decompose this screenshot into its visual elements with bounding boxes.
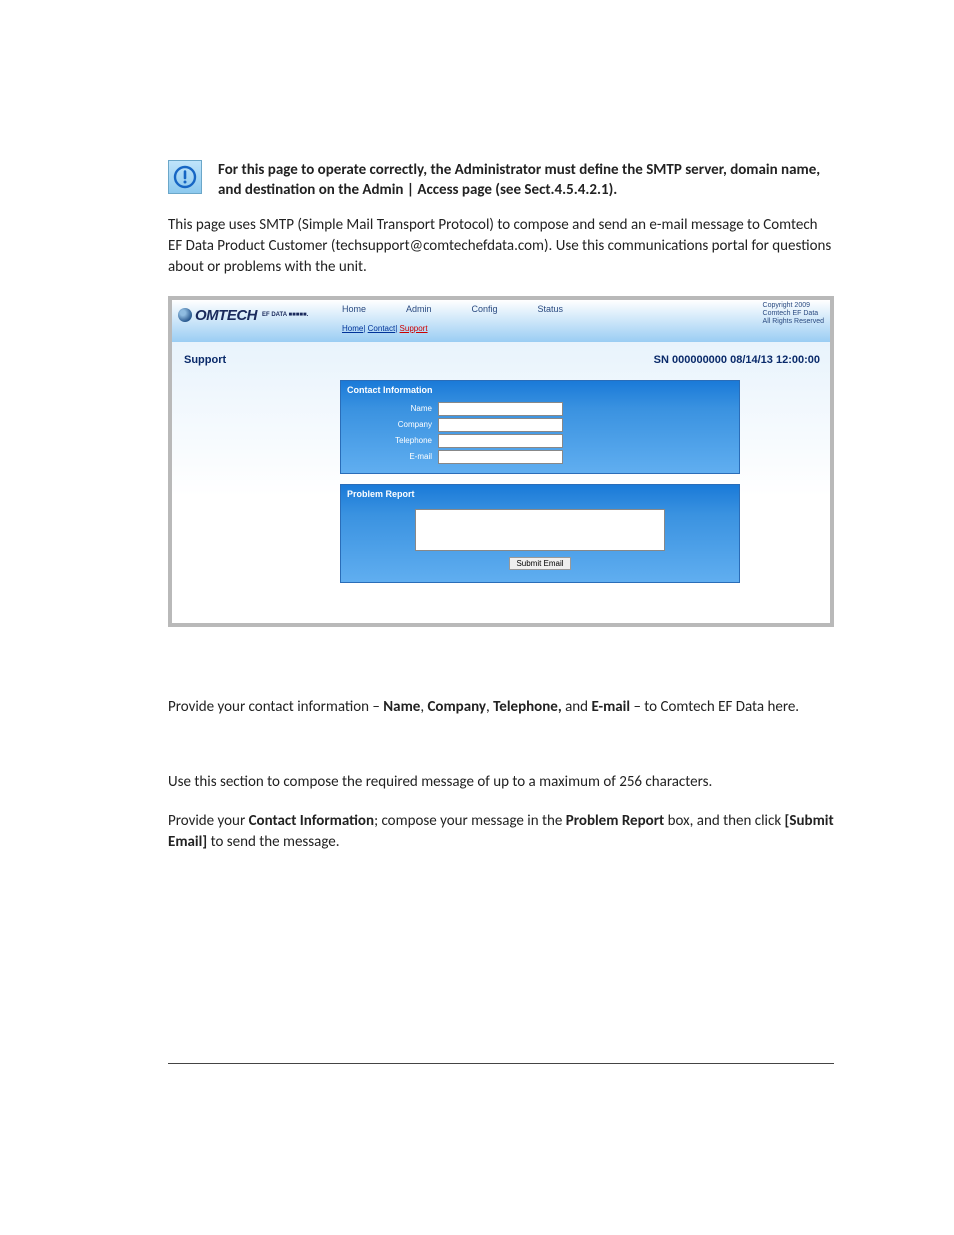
spacer <box>168 736 834 772</box>
top-nav: Home Admin Config Status <box>342 304 563 314</box>
bold-name: Name <box>383 698 420 716</box>
submit-wrap: Submit Email <box>341 557 739 574</box>
footer-rule <box>168 1063 834 1064</box>
logo: OMTECH EF DATA ■■■■■. <box>178 304 308 324</box>
company-field[interactable] <box>438 418 563 432</box>
bold-email: E-mail <box>591 698 630 716</box>
intro-paragraph: This page uses SMTP (Simple Mail Transpo… <box>168 215 834 278</box>
breadcrumb-support[interactable]: Support <box>400 324 428 333</box>
telephone-field[interactable] <box>438 434 563 448</box>
bold-company: Company <box>427 698 486 716</box>
label-email: E-mail <box>347 452 432 461</box>
nav-admin[interactable]: Admin <box>406 304 432 314</box>
copyright-line: Comtech EF Data <box>763 310 824 318</box>
page-title: Support <box>184 354 226 366</box>
submit-email-button[interactable]: Submit Email <box>509 557 570 570</box>
status-text: SN 000000000 08/14/13 12:00:00 <box>654 354 820 366</box>
logo-subtext: EF DATA ■■■■■. <box>262 312 308 318</box>
name-field[interactable] <box>438 402 563 416</box>
label-name: Name <box>347 404 432 413</box>
panel-title: Contact Information <box>341 381 739 401</box>
document-page: For this page to operate correctly, the … <box>0 0 954 1152</box>
breadcrumb: Home| Contact| Support <box>342 324 428 333</box>
text: ; compose your message in the <box>374 812 566 830</box>
copyright-line: All Rights Reserved <box>763 318 824 326</box>
problem-report-panel: Problem Report Submit Email <box>340 484 740 583</box>
label-telephone: Telephone <box>347 436 432 445</box>
panel-title: Problem Report <box>341 485 739 505</box>
text: Provide your <box>168 812 249 830</box>
form-row-name: Name <box>341 401 739 417</box>
title-bar: Support SN 000000000 08/14/13 12:00:00 <box>180 348 822 380</box>
problem-report-textarea[interactable] <box>415 509 665 551</box>
app-body: Support SN 000000000 08/14/13 12:00:00 C… <box>172 342 830 623</box>
notice-text: For this page to operate correctly, the … <box>218 160 834 201</box>
text: – to Comtech EF Data here. <box>630 698 799 716</box>
nav-home[interactable]: Home <box>342 304 366 314</box>
copyright-block: Copyright 2009 Comtech EF Data All Right… <box>763 302 824 327</box>
bold-problem-report: Problem Report <box>566 812 665 830</box>
label-company: Company <box>347 420 432 429</box>
contact-info-para: Provide your contact information – Name,… <box>168 697 834 718</box>
bold-telephone: Telephone, <box>493 698 562 716</box>
contact-info-panel: Contact Information Name Company Telepho… <box>340 380 740 474</box>
instructions-para: Provide your Contact Information; compos… <box>168 811 834 853</box>
text: box, and then click <box>664 812 784 830</box>
problem-report-para: Use this section to compose the required… <box>168 772 834 793</box>
notice-block: For this page to operate correctly, the … <box>168 160 834 201</box>
logo-globe-icon <box>178 308 192 322</box>
breadcrumb-home[interactable]: Home <box>342 324 363 333</box>
nav-config[interactable]: Config <box>472 304 498 314</box>
text: Provide your contact information – <box>168 698 383 716</box>
bold-contact-info: Contact Information <box>249 812 375 830</box>
spacer <box>341 465 739 473</box>
text: and <box>562 698 592 716</box>
email-field[interactable] <box>438 450 563 464</box>
form-row-company: Company <box>341 417 739 433</box>
info-icon <box>168 160 202 194</box>
embedded-screenshot: OMTECH EF DATA ■■■■■. Home Admin Config … <box>168 296 834 627</box>
text: to send the message. <box>207 833 339 851</box>
form-row-email: E-mail <box>341 449 739 465</box>
form-row-telephone: Telephone <box>341 433 739 449</box>
nav-status[interactable]: Status <box>538 304 564 314</box>
breadcrumb-contact[interactable]: Contact <box>368 324 396 333</box>
copyright-line: Copyright 2009 <box>763 302 824 310</box>
logo-text: OMTECH <box>195 307 257 324</box>
app-header: OMTECH EF DATA ■■■■■. Home Admin Config … <box>172 300 830 342</box>
